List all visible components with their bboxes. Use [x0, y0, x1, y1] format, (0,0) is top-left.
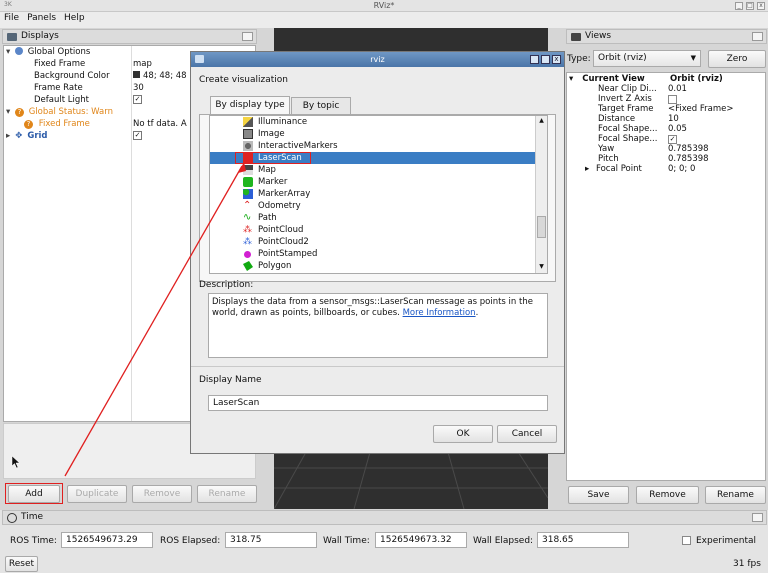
annotation-arrow: [64, 162, 246, 477]
